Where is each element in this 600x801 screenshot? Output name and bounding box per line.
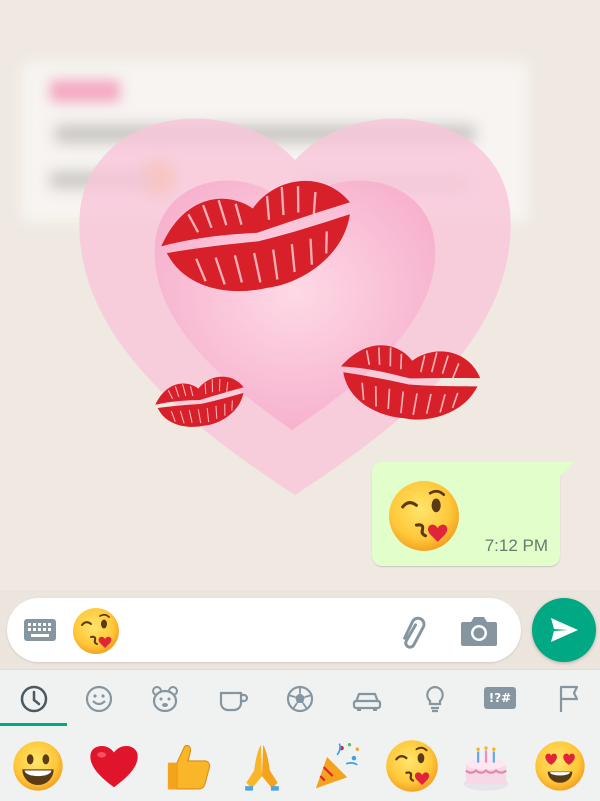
face-blowing-kiss-icon <box>386 478 462 554</box>
animal-icon[interactable] <box>148 682 182 716</box>
thumbs-up-icon[interactable] <box>160 738 216 794</box>
flag-icon[interactable] <box>553 682 587 716</box>
food-cup-icon[interactable] <box>216 682 250 716</box>
soccer-ball-icon[interactable] <box>283 682 317 716</box>
send-button[interactable] <box>532 598 596 662</box>
outgoing-message-bubble[interactable]: 7:12 PM <box>372 462 574 566</box>
active-category-indicator <box>0 723 67 726</box>
blurred-text-line <box>50 172 150 188</box>
kiss-lips-right <box>333 336 485 430</box>
symbols-icon[interactable]: !?# <box>484 687 516 709</box>
car-icon[interactable] <box>350 682 384 716</box>
recent-emoji-row <box>0 732 600 798</box>
lightbulb-icon[interactable] <box>418 682 452 716</box>
birthday-cake-icon[interactable] <box>458 738 514 794</box>
send-icon <box>551 618 578 642</box>
smiley-icon[interactable] <box>82 682 116 716</box>
chat-background: 7:12 PM <box>0 0 600 590</box>
grinning-face-icon[interactable] <box>10 738 66 794</box>
emoji-category-tabs: !?# <box>0 670 600 726</box>
face-blowing-kiss-icon <box>71 606 121 656</box>
heart-eyes-face-icon[interactable] <box>532 738 588 794</box>
camera-icon[interactable] <box>459 612 499 650</box>
red-heart-icon[interactable] <box>86 738 142 794</box>
party-popper-icon[interactable] <box>308 738 364 794</box>
attach-icon[interactable] <box>393 612 431 650</box>
message-timestamp: 7:12 PM <box>484 536 548 555</box>
kiss-lips-left <box>151 372 249 433</box>
face-blowing-kiss-icon[interactable] <box>384 738 440 794</box>
keyboard-icon[interactable] <box>23 618 57 642</box>
emoji-keyboard: !?# <box>0 669 600 801</box>
message-input-bar[interactable] <box>7 598 521 662</box>
blurred-title <box>50 80 120 102</box>
recent-clock-icon[interactable] <box>17 682 51 716</box>
folded-hands-icon[interactable] <box>234 738 290 794</box>
blurred-text-line <box>300 178 470 190</box>
blurred-text-line <box>55 125 475 143</box>
